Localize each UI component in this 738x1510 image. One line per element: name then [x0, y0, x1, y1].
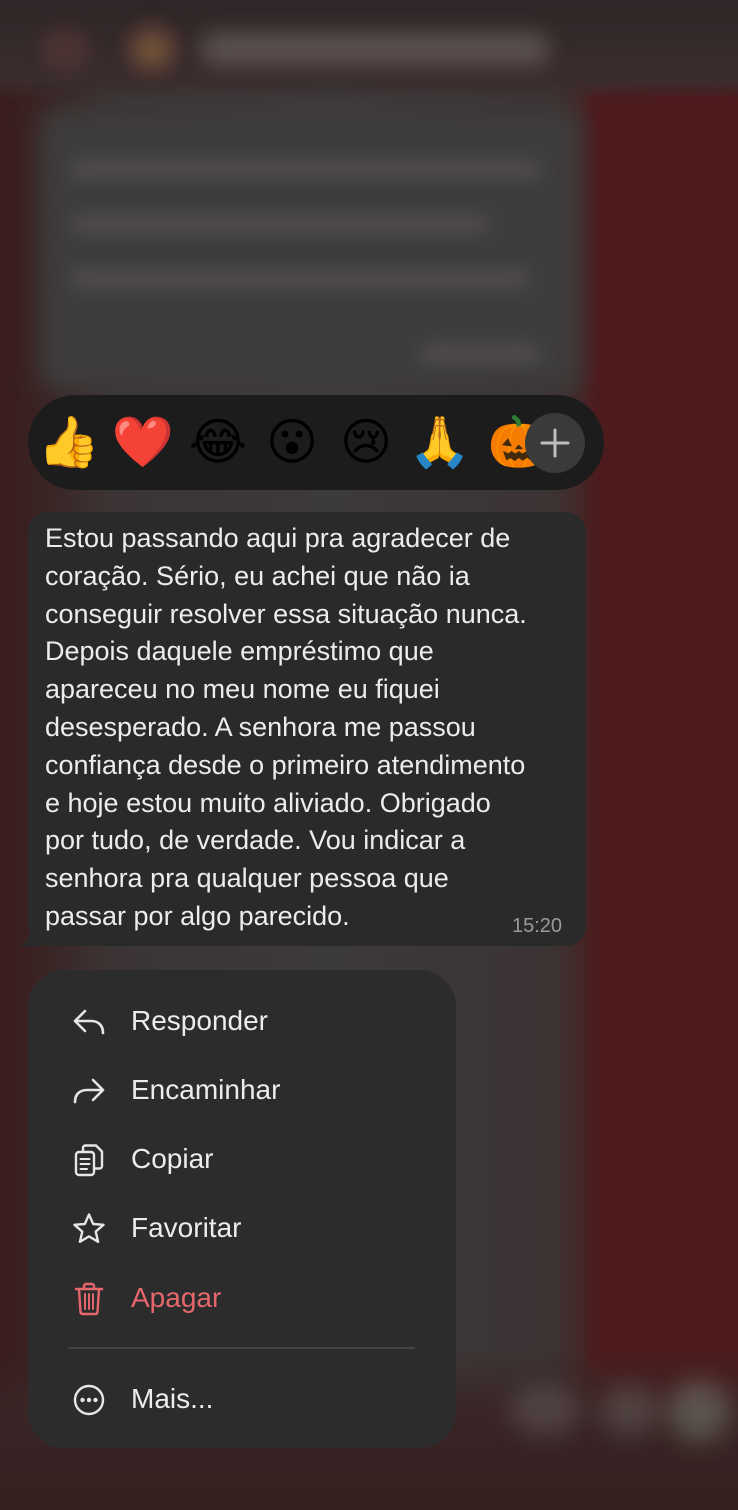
menu-label-reply: Responder	[131, 1005, 268, 1036]
blurred-avatar	[122, 20, 182, 80]
blurred-text-line	[70, 270, 530, 288]
message-context-menu	[28, 970, 456, 1448]
reaction-laughing[interactable]: 😂	[185, 409, 251, 475]
menu-label-delete: Apagar	[131, 1282, 222, 1313]
reaction-folded-hands[interactable]: 🙏	[407, 409, 473, 475]
blurred-icon	[600, 1385, 660, 1435]
copy-icon	[71, 1142, 107, 1178]
blurred-contact-name	[200, 32, 550, 66]
plus-icon	[540, 428, 570, 458]
menu-label-forward: Encaminhar	[131, 1074, 281, 1105]
blurred-background-block	[590, 90, 738, 1370]
blurred-back-button	[40, 28, 90, 72]
reply-icon	[71, 1004, 107, 1040]
reaction-heart[interactable]: ❤️	[110, 409, 176, 475]
reaction-surprised[interactable]: 😮	[259, 409, 325, 475]
reaction-crying[interactable]: 😢	[333, 409, 399, 475]
reaction-bar: 👍 ❤️ 😂 😮 😢 🙏 🎃	[28, 395, 604, 490]
blurred-icon	[510, 1385, 580, 1435]
message-text: Estou passando aqui pra agradecer de cor…	[45, 523, 527, 931]
reaction-thumbs-up[interactable]: 👍	[36, 409, 102, 475]
menu-label-copy: Copiar	[131, 1143, 214, 1174]
menu-divider	[68, 1347, 415, 1349]
trash-icon	[71, 1281, 107, 1317]
blurred-text-line	[70, 160, 540, 178]
star-icon	[71, 1211, 107, 1247]
blurred-mic-icon	[668, 1380, 730, 1442]
menu-label-more: Mais...	[131, 1383, 214, 1414]
message-timestamp: 15:20	[512, 915, 563, 937]
menu-label-star: Favoritar	[131, 1212, 242, 1243]
blurred-text-line	[420, 345, 540, 363]
more-icon	[71, 1382, 107, 1418]
forward-icon	[71, 1073, 107, 1109]
blurred-text-line	[70, 215, 490, 233]
add-reaction-button[interactable]	[525, 413, 585, 473]
